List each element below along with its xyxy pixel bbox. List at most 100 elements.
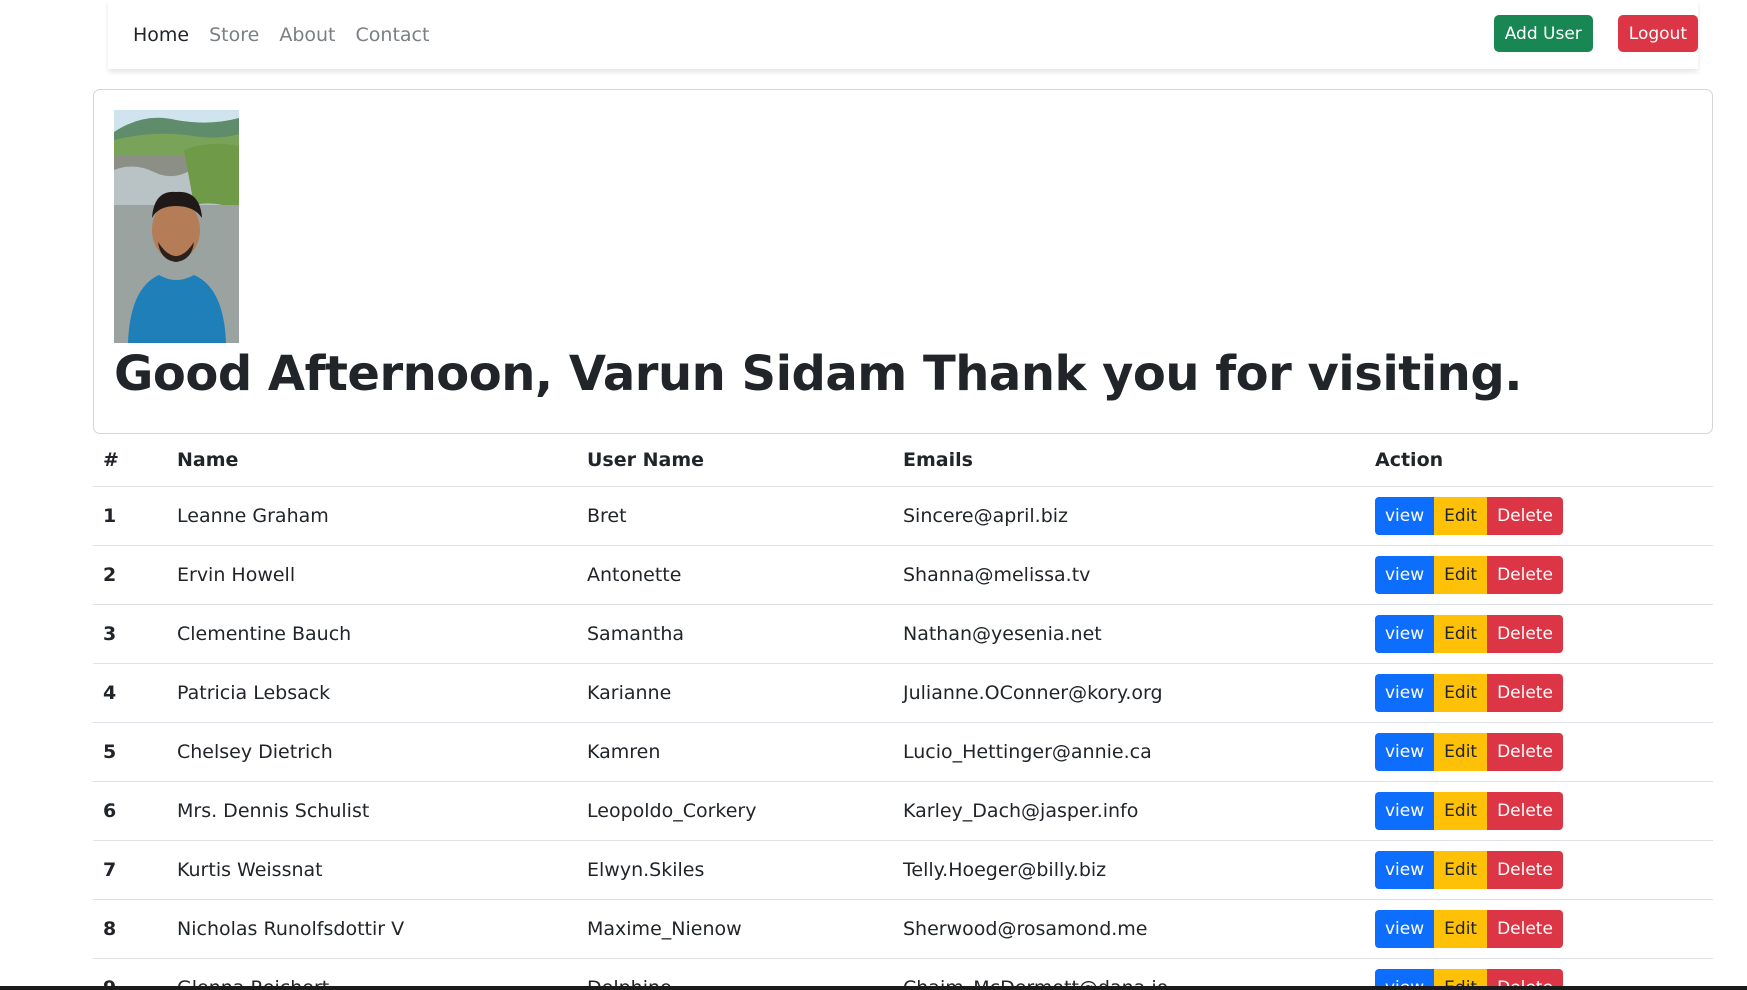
row-email: Julianne.OConner@kory.org [893,663,1365,723]
row-number: 4 [93,663,167,723]
row-number: 8 [93,899,167,959]
nav-actions: Add User Logout [1493,15,1698,52]
row-actions: view Edit Delete [1365,663,1713,723]
row-username: Maxime_Nienow [577,899,893,959]
row-name: Leanne Graham [167,486,577,546]
header-action: Action [1365,434,1713,487]
row-name: Clementine Bauch [167,604,577,664]
row-email: Sherwood@rosamond.me [893,899,1365,959]
delete-button[interactable]: Delete [1487,673,1563,712]
row-number: 1 [93,486,167,546]
header-name: Name [167,434,577,487]
table-row: 1 Leanne Graham Bret Sincere@april.biz view E… [93,486,1713,546]
action-button-group: view Edit Delete [1375,496,1703,535]
header-emails: Emails [893,434,1365,487]
row-number: 3 [93,604,167,664]
nav-link-home[interactable]: Home [133,24,189,46]
profile-photo [114,110,239,343]
nav-links: Home Store About Contact [133,0,429,69]
table-header-row: # Name User Name Emails Action [93,434,1713,487]
delete-button[interactable]: Delete [1487,496,1563,535]
logout-button[interactable]: Logout [1617,15,1698,52]
action-button-group: view Edit Delete [1375,850,1703,889]
row-email: Lucio_Hettinger@annie.ca [893,722,1365,782]
row-name: Mrs. Dennis Schulist [167,781,577,841]
delete-button[interactable]: Delete [1487,614,1563,653]
row-email: Nathan@yesenia.net [893,604,1365,664]
action-button-group: view Edit Delete [1375,791,1703,830]
row-name: Nicholas Runolfsdottir V [167,899,577,959]
row-username: Karianne [577,663,893,723]
users-table: # Name User Name Emails Action 1 Leanne G… [93,434,1713,990]
delete-button[interactable]: Delete [1487,732,1563,771]
delete-button[interactable]: Delete [1487,791,1563,830]
row-username: Bret [577,486,893,546]
table-row: 6 Mrs. Dennis Schulist Leopoldo_Corkery Kar… [93,781,1713,841]
greeting-heading: Good Afternoon, Varun Sidam Thank you fo… [114,346,1522,402]
nav-link-contact[interactable]: Contact [356,24,430,46]
edit-button[interactable]: Edit [1434,791,1488,830]
welcome-card: Good Afternoon, Varun Sidam Thank you fo… [93,89,1713,434]
row-number: 5 [93,722,167,782]
row-username: Elwyn.Skiles [577,840,893,900]
row-actions: view Edit Delete [1365,604,1713,664]
table-row: 4 Patricia Lebsack Karianne Julianne.OConne… [93,663,1713,723]
row-username: Samantha [577,604,893,664]
delete-button[interactable]: Delete [1487,909,1563,948]
row-name: Patricia Lebsack [167,663,577,723]
row-username: Leopoldo_Corkery [577,781,893,841]
edit-button[interactable]: Edit [1434,496,1488,535]
view-button[interactable]: view [1375,673,1435,712]
edit-button[interactable]: Edit [1434,555,1488,594]
view-button[interactable]: view [1375,732,1435,771]
view-button[interactable]: view [1375,614,1435,653]
row-name: Chelsey Dietrich [167,722,577,782]
edit-button[interactable]: Edit [1434,732,1488,771]
delete-button[interactable]: Delete [1487,555,1563,594]
row-email: Shanna@melissa.tv [893,545,1365,605]
row-number: 7 [93,840,167,900]
row-email: Telly.Hoeger@billy.biz [893,840,1365,900]
table-row: 7 Kurtis Weissnat Elwyn.Skiles Telly.Hoeger… [93,840,1713,900]
row-actions: view Edit Delete [1365,899,1713,959]
row-actions: view Edit Delete [1365,545,1713,605]
view-button[interactable]: view [1375,909,1435,948]
table-row: 8 Nicholas Runolfsdottir V Maxime_Nienow Sh… [93,899,1713,959]
action-button-group: view Edit Delete [1375,732,1703,771]
table-row: 3 Clementine Bauch Samantha Nathan@yesenia.… [93,604,1713,664]
nav-link-store[interactable]: Store [209,24,259,46]
row-email: Sincere@april.biz [893,486,1365,546]
row-username: Kamren [577,722,893,782]
table-row: 2 Ervin Howell Antonette Shanna@melissa.tv v… [93,545,1713,605]
view-button[interactable]: view [1375,791,1435,830]
edit-button[interactable]: Edit [1434,673,1488,712]
edit-button[interactable]: Edit [1434,614,1488,653]
row-number: 6 [93,781,167,841]
row-name: Ervin Howell [167,545,577,605]
top-navbar: Home Store About Contact Add User Logout [108,0,1698,69]
view-button[interactable]: view [1375,555,1435,594]
row-actions: view Edit Delete [1365,840,1713,900]
header-username: User Name [577,434,893,487]
view-button[interactable]: view [1375,850,1435,889]
add-user-button[interactable]: Add User [1493,15,1593,52]
view-button[interactable]: view [1375,496,1435,535]
row-actions: view Edit Delete [1365,781,1713,841]
action-button-group: view Edit Delete [1375,555,1703,594]
edit-button[interactable]: Edit [1434,909,1488,948]
nav-link-about[interactable]: About [279,24,335,46]
action-button-group: view Edit Delete [1375,909,1703,948]
row-number: 2 [93,545,167,605]
window-bottom-edge [0,986,1747,990]
row-email: Karley_Dach@jasper.info [893,781,1365,841]
row-name: Kurtis Weissnat [167,840,577,900]
row-actions: view Edit Delete [1365,486,1713,546]
header-number: # [93,434,167,487]
edit-button[interactable]: Edit [1434,850,1488,889]
row-username: Antonette [577,545,893,605]
action-button-group: view Edit Delete [1375,673,1703,712]
row-actions: view Edit Delete [1365,722,1713,782]
table-row: 5 Chelsey Dietrich Kamren Lucio_Hettinger@a… [93,722,1713,782]
delete-button[interactable]: Delete [1487,850,1563,889]
action-button-group: view Edit Delete [1375,614,1703,653]
